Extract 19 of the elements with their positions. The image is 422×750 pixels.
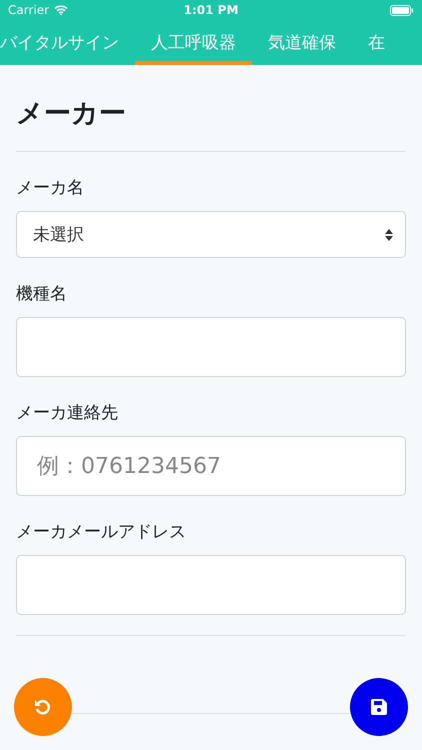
field-label: メーカ連絡先	[16, 402, 119, 424]
tab[interactable]: 在	[352, 20, 401, 65]
wifi-icon	[54, 5, 68, 15]
input-field[interactable]	[16, 317, 406, 377]
field-label: 機種名	[16, 283, 68, 305]
field-label: メーカメールアドレス	[16, 521, 187, 543]
tab[interactable]: 人工呼吸器	[135, 20, 252, 65]
input-field[interactable]: 例：0761234567	[16, 436, 406, 496]
input-field[interactable]	[16, 555, 406, 615]
section-heading: メーカー	[16, 97, 127, 131]
field-label: メーカ名	[16, 177, 85, 199]
battery-icon	[390, 4, 414, 16]
status-time: 1:01 PM	[184, 3, 238, 17]
undo-icon	[33, 697, 53, 717]
sort-caret-icon	[385, 228, 393, 240]
tab[interactable]: 気道確保	[252, 20, 352, 65]
tab[interactable]: バイタルサイン	[0, 20, 135, 65]
select-field[interactable]: 未選択	[16, 211, 406, 258]
carrier-label: Carrier	[8, 3, 50, 17]
